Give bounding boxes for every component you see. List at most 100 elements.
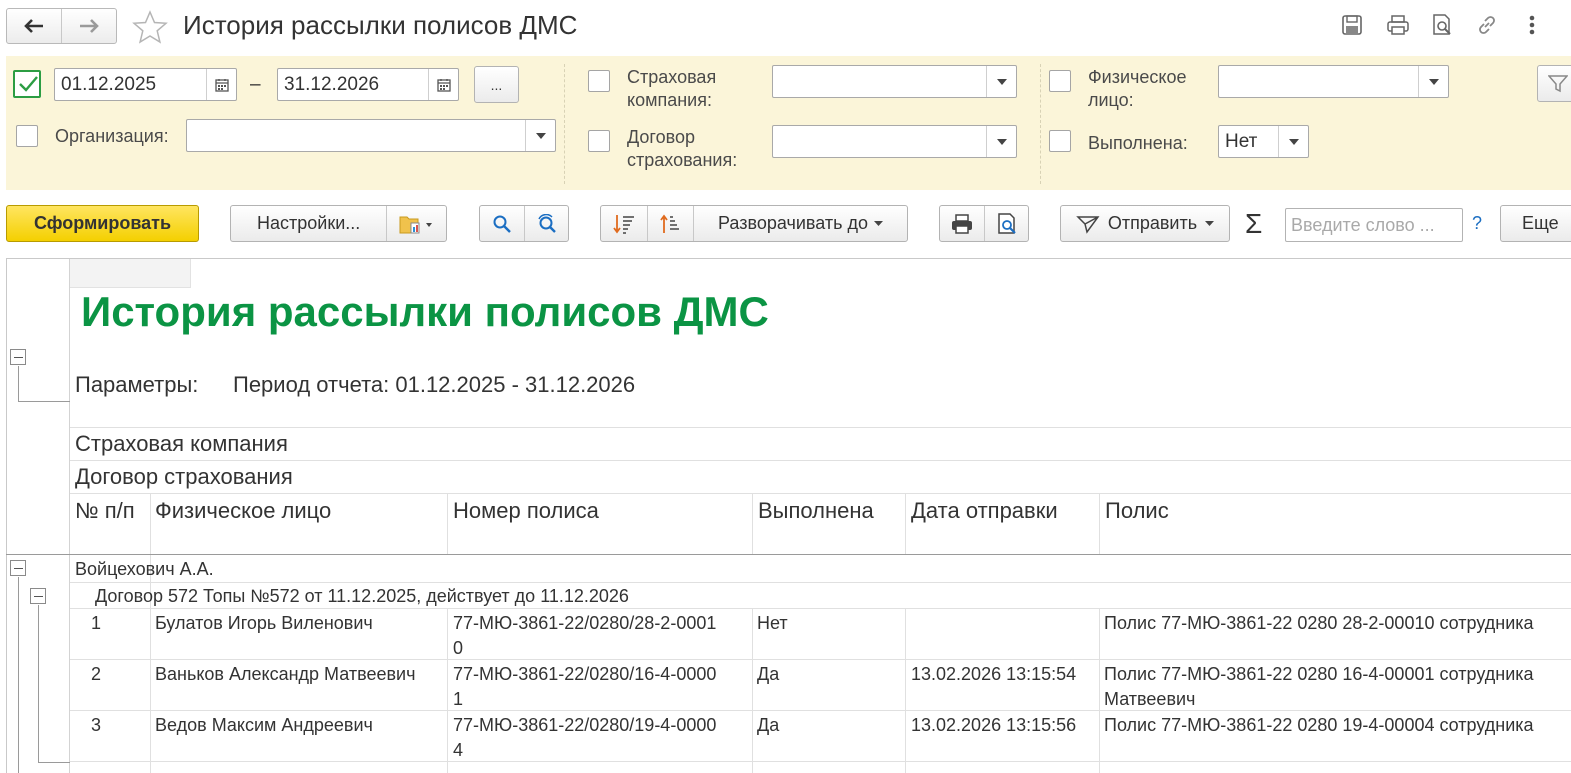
sum-button[interactable]: Σ bbox=[1245, 208, 1262, 240]
col-divider bbox=[1099, 608, 1100, 773]
more-vertical-icon[interactable] bbox=[1519, 12, 1545, 38]
sort-descending-button[interactable] bbox=[601, 206, 647, 241]
params-value: Период отчета: 01.12.2025 - 31.12.2026 bbox=[233, 372, 636, 397]
person-label: Физическое лицо: bbox=[1088, 66, 1187, 112]
dropdown-arrow-icon[interactable] bbox=[1278, 126, 1308, 157]
row-person: Булатов Игорь Виленович bbox=[155, 613, 373, 633]
col-header-person: Физическое лицо bbox=[155, 498, 332, 523]
find-button[interactable] bbox=[480, 206, 524, 241]
row-divider bbox=[70, 710, 1571, 711]
report-title: История рассылки полисов ДМС bbox=[81, 288, 769, 335]
row-divider bbox=[70, 659, 1571, 660]
col-header-num: № п/п bbox=[75, 498, 135, 523]
calendar-icon[interactable] bbox=[428, 69, 458, 100]
print-button[interactable] bbox=[940, 206, 984, 241]
dropdown-arrow-icon[interactable] bbox=[1418, 66, 1448, 97]
row-policy: Полис 77-МЮ-3861-22 0280 19-4-00004 сотр… bbox=[1104, 713, 1534, 738]
period-from-field[interactable]: 01.12.2025 bbox=[54, 68, 237, 101]
row-send-date: 13.02.2026 13:15:54 bbox=[911, 664, 1077, 684]
dropdown-arrow-icon[interactable] bbox=[986, 126, 1016, 157]
tree-line bbox=[18, 577, 19, 773]
col-header-policy-number: Номер полиса bbox=[453, 498, 599, 523]
row-policy-number: 77-МЮ-3861-22/0280/16-4-0000 1 bbox=[453, 662, 716, 712]
save-icon[interactable] bbox=[1339, 12, 1365, 38]
row-policy: Полис 77-МЮ-3861-22 0280 28-2-00010 сотр… bbox=[1104, 611, 1534, 636]
collapse-company-icon[interactable] bbox=[10, 560, 26, 576]
calendar-icon[interactable] bbox=[206, 69, 236, 100]
filter-separator bbox=[1040, 64, 1041, 184]
row-policy-number-line1: 77-МЮ-3861-22/0280/19-4-0000 bbox=[453, 715, 717, 735]
row-policy-line1: Полис 77-МЮ-3861-22 0280 16-4-00001 сотр… bbox=[1104, 664, 1534, 684]
search-group bbox=[479, 205, 569, 242]
insurance-company-checkbox[interactable] bbox=[588, 70, 610, 92]
dropdown-arrow-icon bbox=[1205, 220, 1215, 226]
header-bottom-border bbox=[6, 554, 1571, 555]
row-policy-number-line2: 4 bbox=[453, 740, 464, 760]
more-button[interactable]: Еще bbox=[1500, 205, 1571, 242]
tree-line bbox=[18, 401, 70, 402]
row-divider bbox=[70, 460, 1571, 461]
row-policy-number: 77-МЮ-3861-22/0280/28-2-0001 0 bbox=[453, 611, 716, 661]
corner-cell bbox=[70, 259, 191, 288]
help-icon[interactable]: ? bbox=[1472, 213, 1482, 234]
print-preview-button[interactable] bbox=[984, 206, 1028, 241]
print-icon[interactable] bbox=[1385, 12, 1411, 38]
favorite-star-icon[interactable] bbox=[132, 10, 168, 44]
person-label-line1: Физическое bbox=[1088, 67, 1187, 87]
person-checkbox[interactable] bbox=[1049, 70, 1071, 92]
variant-button[interactable] bbox=[386, 206, 446, 241]
generate-button[interactable]: Сформировать bbox=[6, 205, 199, 242]
collapse-header-icon[interactable] bbox=[10, 349, 26, 365]
link-icon[interactable] bbox=[1474, 12, 1500, 38]
row-divider bbox=[70, 427, 1571, 428]
person-label-line2: лицо: bbox=[1088, 90, 1134, 110]
group-company-row: Войцехович А.А. bbox=[75, 559, 214, 579]
row-num: 1 bbox=[91, 613, 102, 633]
group-insurance-contract: Договор страхования bbox=[75, 464, 293, 489]
period-select-button[interactable]: ... bbox=[474, 66, 519, 103]
insurance-contract-field[interactable] bbox=[772, 125, 1017, 158]
preview-icon[interactable] bbox=[1429, 12, 1455, 38]
forward-button[interactable] bbox=[61, 9, 116, 43]
print-group bbox=[939, 205, 1029, 242]
row-policy-line2: Матвеевич bbox=[1104, 689, 1196, 709]
collapse-contract-icon[interactable] bbox=[30, 588, 46, 604]
col-divider bbox=[905, 608, 906, 773]
organization-field[interactable] bbox=[186, 119, 556, 152]
col-header-done: Выполнена bbox=[758, 498, 874, 523]
back-button[interactable] bbox=[7, 9, 61, 43]
filter-separator bbox=[564, 64, 565, 184]
col-divider bbox=[752, 608, 753, 773]
row-divider bbox=[70, 608, 1571, 609]
row-done: Да bbox=[757, 664, 780, 684]
checkmark-icon bbox=[19, 76, 38, 92]
dropdown-arrow-icon[interactable] bbox=[525, 120, 555, 151]
search-input[interactable]: Введите слово ... bbox=[1285, 208, 1463, 242]
find-next-button[interactable] bbox=[524, 206, 568, 241]
period-from-value: 01.12.2025 bbox=[61, 73, 157, 95]
organization-checkbox[interactable] bbox=[16, 125, 38, 147]
row-divider bbox=[70, 493, 1571, 494]
sort-ascending-button[interactable] bbox=[647, 206, 693, 241]
col-divider bbox=[150, 493, 151, 773]
settings-button[interactable]: Настройки... bbox=[231, 213, 386, 234]
person-field[interactable] bbox=[1218, 65, 1449, 98]
col-divider bbox=[447, 493, 448, 555]
row-policy: Полис 77-МЮ-3861-22 0280 16-4-00001 сотр… bbox=[1104, 662, 1534, 712]
organization-label: Организация: bbox=[55, 126, 169, 146]
group-insurance-company: Страховая компания bbox=[75, 431, 288, 456]
dropdown-arrow-icon[interactable] bbox=[986, 66, 1016, 97]
period-checkbox[interactable] bbox=[13, 70, 41, 98]
period-to-field[interactable]: 31.12.2026 bbox=[277, 68, 459, 101]
print-icon bbox=[952, 213, 973, 234]
insurance-company-field[interactable] bbox=[772, 65, 1017, 98]
insurance-contract-checkbox[interactable] bbox=[588, 130, 610, 152]
gutter-line bbox=[69, 259, 70, 773]
filter-toggle-button[interactable] bbox=[1537, 65, 1571, 102]
arrow-left-icon bbox=[24, 19, 43, 33]
done-select[interactable]: Нет bbox=[1218, 125, 1309, 158]
send-button[interactable]: Отправить bbox=[1060, 205, 1230, 242]
expand-group: Разворачивать до bbox=[600, 205, 908, 242]
done-checkbox[interactable] bbox=[1049, 130, 1071, 152]
expand-to-button[interactable]: Разворачивать до bbox=[693, 206, 907, 241]
